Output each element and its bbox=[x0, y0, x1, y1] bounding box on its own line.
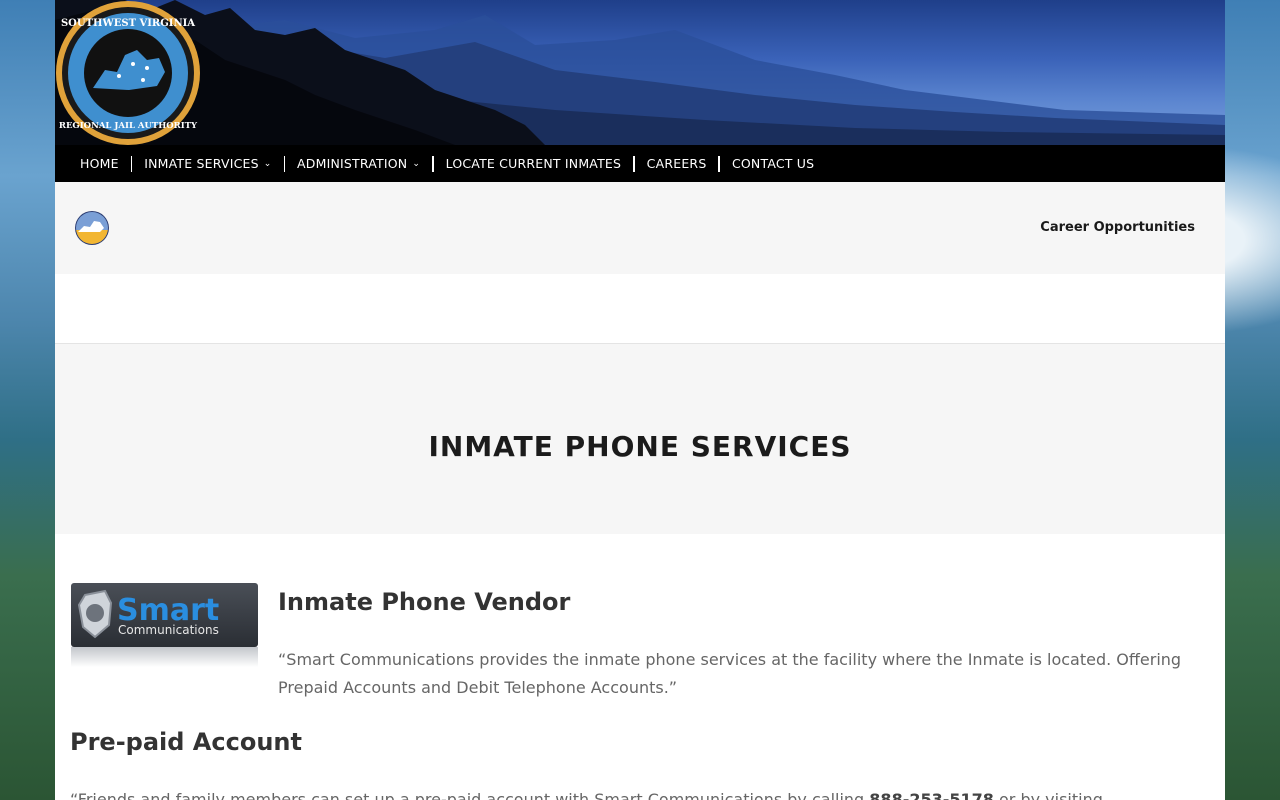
authority-seal-logo: SOUTHWEST VIRGINIA REGIONAL JAIL AUTHORI… bbox=[56, 1, 200, 145]
mountain-banner-image bbox=[55, 0, 1225, 145]
nav-home-label: HOME bbox=[80, 156, 119, 171]
nav-locate-inmates[interactable]: LOCATE CURRENT INMATES bbox=[446, 156, 622, 171]
prepaid-heading: Pre-paid Account bbox=[70, 728, 302, 756]
nav-administration-label: ADMINISTRATION bbox=[297, 156, 408, 171]
nav-divider bbox=[432, 155, 434, 172]
main-navigation: HOME INMATE SERVICES ⌄ ADMINISTRATION ⌄ LO… bbox=[55, 145, 1225, 182]
page-title: INMATE PHONE SERVICES bbox=[428, 430, 852, 463]
nav-divider bbox=[633, 155, 635, 172]
nav-contact-us-label: CONTACT US bbox=[731, 156, 815, 171]
nav-careers-label: CAREERS bbox=[646, 156, 707, 171]
vendor-heading: Inmate Phone Vendor bbox=[278, 588, 571, 616]
sub-header: Career Opportunities bbox=[55, 182, 1225, 274]
prepaid-text-end: or by visiting bbox=[993, 790, 1103, 800]
nav-locate-inmates-label: LOCATE CURRENT INMATES bbox=[445, 156, 622, 171]
nav-inmate-services-label: INMATE SERVICES bbox=[144, 156, 259, 171]
site-logo-icon[interactable] bbox=[74, 210, 110, 246]
main-content: Smart Communications Inmate Phone Vendor… bbox=[55, 534, 1225, 800]
nav-careers[interactable]: CAREERS bbox=[647, 156, 707, 171]
vendor-description: “Smart Communications provides the inmat… bbox=[278, 650, 1182, 697]
title-band: INMATE PHONE SERVICES bbox=[55, 344, 1225, 534]
nav-inmate-services[interactable]: INMATE SERVICES ⌄ bbox=[144, 156, 271, 171]
nav-divider bbox=[283, 155, 286, 172]
nav-contact-us[interactable]: CONTACT US bbox=[732, 156, 814, 171]
chevron-down-icon: ⌄ bbox=[412, 158, 421, 169]
smart-communications-logo: Smart Communications bbox=[71, 583, 258, 667]
career-opportunities-link[interactable]: Career Opportunities bbox=[1040, 220, 1195, 235]
seal-text-bottom: REGIONAL JAIL AUTHORITY bbox=[59, 121, 198, 131]
nav-home[interactable]: HOME bbox=[80, 156, 119, 171]
spacer bbox=[55, 274, 1225, 344]
logo-sub: Communications bbox=[118, 623, 219, 637]
nav-divider bbox=[130, 155, 133, 172]
chevron-down-icon: ⌄ bbox=[263, 158, 272, 169]
nav-administration[interactable]: ADMINISTRATION ⌄ bbox=[297, 156, 420, 171]
seal-text-top: SOUTHWEST VIRGINIA bbox=[61, 18, 195, 29]
nav-divider bbox=[718, 155, 720, 172]
prepaid-description: “Friends and family members can set up a… bbox=[70, 786, 1210, 800]
prepaid-text-start: “Friends and family members can set up a… bbox=[70, 790, 870, 800]
header-banner: SOUTHWEST VIRGINIA REGIONAL JAIL AUTHORI… bbox=[55, 0, 1225, 145]
page-container: SOUTHWEST VIRGINIA REGIONAL JAIL AUTHORI… bbox=[55, 0, 1225, 800]
prepaid-phone-number: 888-253-5178 bbox=[869, 790, 994, 800]
